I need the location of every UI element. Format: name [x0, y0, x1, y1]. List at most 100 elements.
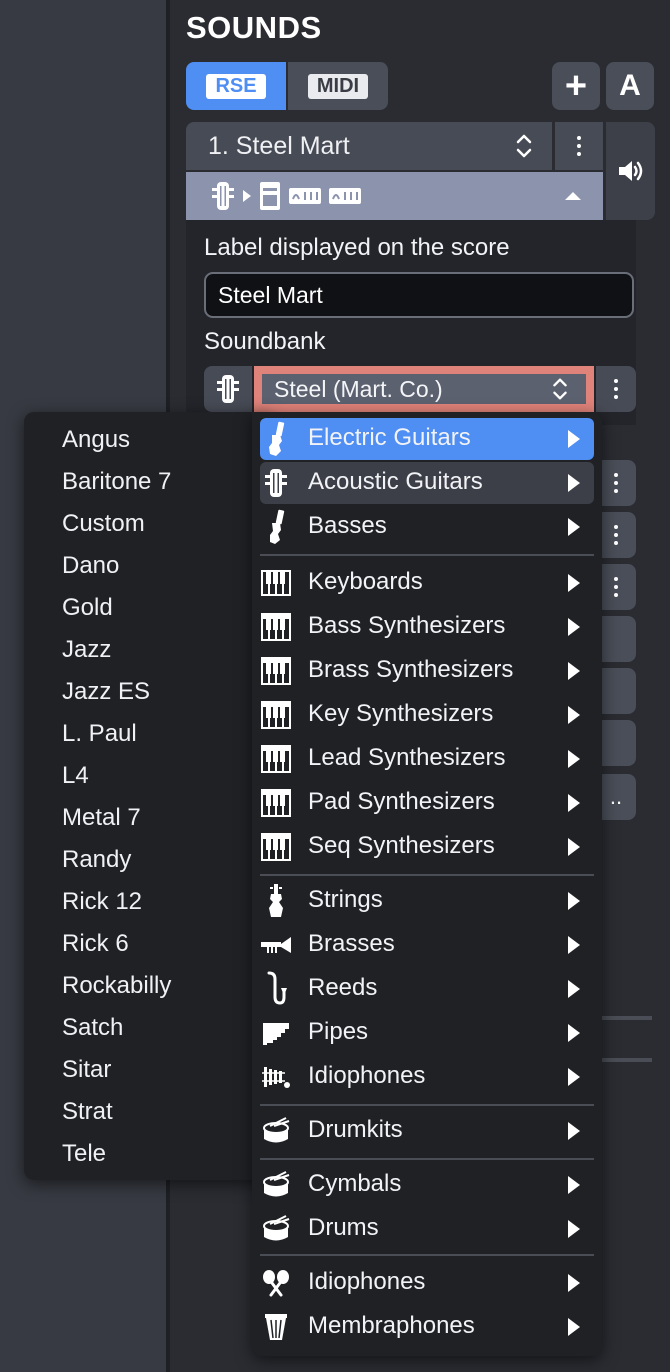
menu-item-label: Basses — [308, 512, 387, 539]
menu-item-electric-guitars[interactable]: Electric Guitars — [260, 418, 594, 460]
more-vertical-icon — [614, 379, 618, 399]
menu-item-cymbals[interactable]: Cymbals — [260, 1164, 594, 1206]
effect-chain-bar[interactable] — [186, 172, 603, 220]
submenu-item[interactable]: Jazz ES — [62, 678, 150, 706]
menu-item-label: Keyboards — [308, 568, 423, 595]
synthesizer-icon — [261, 613, 291, 641]
pedal-icon — [260, 182, 280, 210]
submenu-arrow-icon — [568, 430, 580, 448]
chain-arrow-icon — [243, 190, 251, 202]
submenu-arrow-icon — [568, 662, 580, 680]
more-button[interactable] — [596, 460, 636, 506]
auto-button[interactable]: A — [606, 62, 654, 110]
more-vertical-icon — [577, 136, 581, 156]
menu-item-label: Key Synthesizers — [308, 700, 494, 727]
menu-item-drumkits[interactable]: Drumkits — [260, 1110, 594, 1152]
instrument-category-menu: Electric Guitars Acoustic Guitars Basses… — [252, 412, 602, 1356]
more-vertical-icon — [614, 473, 618, 493]
drum-icon — [263, 1117, 290, 1143]
pan-pipes-icon — [263, 1023, 289, 1045]
menu-item-keyboards[interactable]: Keyboards — [260, 562, 594, 604]
submenu-item[interactable]: Tele — [62, 1140, 106, 1168]
submenu-item[interactable]: Rick 6 — [62, 930, 129, 958]
menu-item-label: Acoustic Guitars — [308, 468, 483, 495]
menu-item-reeds[interactable]: Reeds — [260, 968, 594, 1010]
track-selector[interactable]: 1. Steel Mart — [186, 122, 552, 170]
submenu-arrow-icon — [568, 892, 580, 910]
submenu-arrow-icon — [568, 750, 580, 768]
menu-item-label: Brass Synthesizers — [308, 656, 514, 683]
submenu-item[interactable]: Jazz — [62, 636, 111, 664]
menu-item-label: Brasses — [308, 930, 395, 957]
soundbank-select-focus: Steel (Mart. Co.) — [254, 366, 594, 412]
menu-item-basses[interactable]: Basses — [260, 506, 594, 548]
menu-item-membraphones[interactable]: Membraphones — [260, 1306, 594, 1348]
menu-item-idiophones[interactable]: Idiophones — [260, 1056, 594, 1098]
submenu-item[interactable]: Metal 7 — [62, 804, 141, 832]
midi-toggle[interactable]: MIDI — [288, 62, 388, 110]
menu-item-lead-synthesizers[interactable]: Lead Synthesizers — [260, 738, 594, 780]
add-sound-button[interactable]: + — [552, 62, 600, 110]
more-button[interactable] — [596, 512, 636, 558]
menu-item-brasses[interactable]: Brasses — [260, 924, 594, 966]
menu-item-bass-synthesizers[interactable]: Bass Synthesizers — [260, 606, 594, 648]
submenu-item[interactable]: Randy — [62, 846, 131, 874]
menu-separator — [260, 1254, 594, 1256]
menu-item-label: Idiophones — [308, 1062, 426, 1089]
menu-item-label: Drums — [308, 1214, 379, 1241]
submenu-item[interactable]: Sitar — [62, 1056, 111, 1084]
track-more-button[interactable] — [555, 122, 603, 170]
menu-item-idiophones-2[interactable]: Idiophones — [260, 1262, 594, 1304]
background-button[interactable] — [596, 720, 636, 766]
soundbank-value: Steel (Mart. Co.) — [274, 375, 443, 402]
hand-drum-icon — [265, 1314, 287, 1340]
drum-icon — [263, 1171, 290, 1197]
menu-item-strings[interactable]: Strings — [260, 880, 594, 922]
submenu-item[interactable]: Dano — [62, 552, 119, 580]
soundbank-select[interactable]: Steel (Mart. Co.) — [262, 374, 586, 404]
submenu-item[interactable]: Baritone 7 — [62, 468, 171, 496]
menu-item-label: Pipes — [308, 1018, 369, 1045]
submenu-item[interactable]: Rockabilly — [62, 972, 171, 1000]
submenu-item[interactable]: Satch — [62, 1014, 123, 1042]
soundbank-instrument-button[interactable] — [204, 366, 252, 412]
menu-item-brass-synthesizers[interactable]: Brass Synthesizers — [260, 650, 594, 692]
menu-item-seq-synthesizers[interactable]: Seq Synthesizers — [260, 826, 594, 868]
acoustic-guitar-icon — [217, 375, 239, 403]
submenu-arrow-icon — [568, 1122, 580, 1140]
submenu-item[interactable]: Strat — [62, 1098, 113, 1126]
menu-item-drums[interactable]: Drums — [260, 1208, 594, 1250]
menu-item-pipes[interactable]: Pipes — [260, 1012, 594, 1054]
rse-toggle[interactable]: RSE — [186, 62, 286, 110]
background-button[interactable] — [596, 668, 636, 714]
menu-separator — [260, 874, 594, 876]
score-label-input[interactable] — [204, 272, 634, 318]
submenu-arrow-icon — [568, 574, 580, 592]
speaker-icon — [618, 161, 642, 181]
menu-separator — [260, 554, 594, 556]
menu-item-pad-synthesizers[interactable]: Pad Synthesizers — [260, 782, 594, 824]
submenu-arrow-icon — [568, 1274, 580, 1292]
more-button[interactable] — [596, 564, 636, 610]
menu-item-key-synthesizers[interactable]: Key Synthesizers — [260, 694, 594, 736]
menu-item-label: Reeds — [308, 974, 378, 1001]
background-button[interactable] — [596, 616, 636, 662]
menu-item-label: Bass Synthesizers — [308, 612, 506, 639]
submenu-arrow-icon — [568, 1024, 580, 1042]
menu-item-label: Cymbals — [308, 1170, 402, 1197]
synthesizer-icon — [261, 701, 291, 729]
submenu-item[interactable]: L4 — [62, 762, 89, 790]
submenu-item[interactable]: Gold — [62, 594, 113, 622]
menu-item-acoustic-guitars[interactable]: Acoustic Guitars — [260, 462, 594, 504]
submenu-item[interactable]: Rick 12 — [62, 888, 142, 916]
background-button[interactable]: .. — [596, 774, 636, 820]
submenu-item[interactable]: Angus — [62, 426, 130, 454]
submenu-item[interactable]: Custom — [62, 510, 145, 538]
menu-item-label: Strings — [308, 886, 383, 913]
bass-guitar-icon — [270, 509, 285, 544]
xylophone-icon — [262, 1067, 290, 1088]
collapse-caret-icon[interactable] — [565, 192, 581, 200]
submenu-item[interactable]: L. Paul — [62, 720, 137, 748]
soundbank-more-button[interactable] — [596, 366, 636, 412]
volume-button[interactable] — [606, 122, 655, 220]
